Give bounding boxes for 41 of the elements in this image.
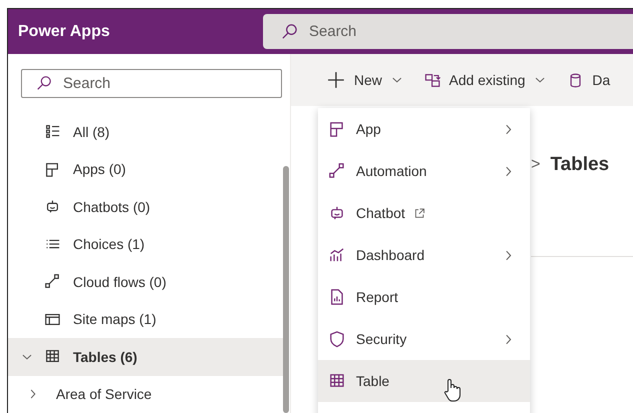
robot-icon bbox=[328, 204, 346, 222]
nav-item[interactable]: Apps (0) bbox=[8, 150, 283, 188]
search-icon bbox=[36, 75, 53, 92]
search-field[interactable]: Search bbox=[263, 14, 633, 49]
nav-item[interactable]: Site maps (1) bbox=[8, 300, 283, 338]
menu-item[interactable]: App bbox=[318, 108, 530, 150]
grid-icon bbox=[44, 160, 61, 178]
robot-icon bbox=[44, 198, 61, 216]
nav-item[interactable]: Choices (1) bbox=[8, 226, 283, 263]
flow-icon bbox=[44, 273, 61, 290]
breadcrumb-separator: > bbox=[531, 156, 540, 174]
toolbar-button[interactable]: New bbox=[326, 70, 404, 90]
menu-item[interactable]: Report bbox=[318, 276, 530, 318]
menu-item[interactable]: Table bbox=[318, 360, 530, 402]
external-link-icon bbox=[413, 206, 426, 220]
menu-item[interactable]: Security bbox=[318, 318, 530, 360]
menu-item[interactable]: Automation bbox=[318, 150, 530, 192]
plus-icon bbox=[326, 70, 346, 90]
shield-icon bbox=[328, 330, 346, 348]
tree-item[interactable]: Area of Service bbox=[8, 376, 283, 413]
nav-item[interactable]: Cloud flows (0) bbox=[8, 263, 283, 300]
grid-icon bbox=[328, 120, 346, 138]
hand-cursor-icon bbox=[443, 378, 461, 402]
page-title: Tables bbox=[550, 154, 610, 176]
search-field[interactable]: Search bbox=[21, 69, 282, 98]
nav-item[interactable]: Tables (6) bbox=[8, 338, 283, 376]
nav-item[interactable]: Chatbots (0) bbox=[8, 188, 283, 226]
nav-item[interactable]: All (8) bbox=[8, 113, 283, 150]
flow-icon bbox=[328, 162, 346, 180]
toolbar-button[interactable]: Da bbox=[567, 72, 610, 88]
table-icon bbox=[328, 372, 346, 390]
toolbar-button[interactable]: Add existing bbox=[424, 72, 548, 88]
app-title: Power Apps bbox=[18, 22, 111, 40]
menu-item[interactable]: Chatbot bbox=[318, 192, 530, 234]
menu-item[interactable]: Dashboard bbox=[318, 234, 530, 276]
add-existing-icon bbox=[424, 72, 442, 88]
chart-icon bbox=[328, 246, 346, 264]
report-icon bbox=[328, 288, 346, 306]
list-icon bbox=[44, 123, 61, 140]
search-icon bbox=[281, 22, 299, 40]
scrollbar[interactable] bbox=[283, 166, 289, 413]
